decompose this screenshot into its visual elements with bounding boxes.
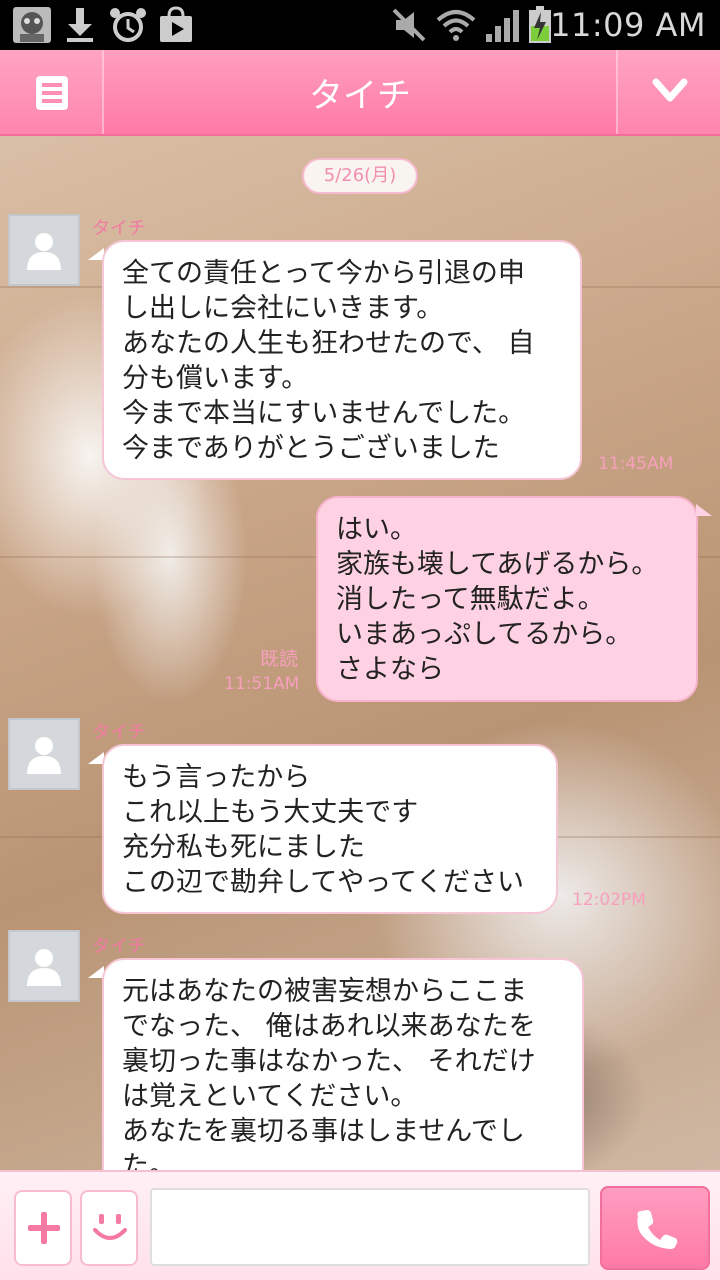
message-bubble-incoming[interactable]: もう言ったから これ以上もう大丈夫です 充分私も死にました この辺で勘弁してやっ… <box>102 744 558 914</box>
sender-name: タイチ <box>92 936 146 957</box>
plus-icon <box>28 1212 60 1244</box>
message-input[interactable] <box>150 1188 590 1266</box>
bubble-tail <box>696 504 712 516</box>
app-avatar-icon <box>13 7 51 43</box>
avatar[interactable] <box>8 718 80 790</box>
emoji-button[interactable] <box>80 1190 138 1266</box>
clock-time: 11:09 AM <box>550 6 706 44</box>
chevron-down-icon <box>652 78 688 102</box>
smiley-icon <box>93 1214 127 1240</box>
status-bar: 11:09 AM <box>0 0 720 50</box>
sender-name: タイチ <box>92 218 146 239</box>
chat-area[interactable]: 5/26(月) タイチ 全ての責任とって今から引退の申 し出しに会社にいきます。… <box>0 136 720 1170</box>
person-icon <box>27 233 61 270</box>
message-time: 11:51AM <box>224 674 300 694</box>
add-button[interactable] <box>14 1190 72 1266</box>
message-input-bar <box>0 1170 720 1280</box>
menu-icon <box>36 76 68 110</box>
alarm-icon <box>110 8 146 42</box>
phone-icon <box>637 1210 678 1249</box>
chat-title: タイチ <box>309 76 411 116</box>
person-icon <box>27 737 61 774</box>
dropdown-button[interactable] <box>616 50 720 134</box>
avatar[interactable] <box>8 214 80 286</box>
message-time: 11:45AM <box>598 454 674 474</box>
menu-button[interactable] <box>0 50 104 134</box>
message-bubble-incoming[interactable]: 全ての責任とって今から引退の申 し出しに会社にいきます。 あなたの人生も狂わせた… <box>102 240 582 480</box>
date-separator: 5/26(月) <box>302 158 418 194</box>
person-icon <box>27 949 61 986</box>
sender-name: タイチ <box>92 722 146 743</box>
message-time: 12:02PM <box>572 890 646 910</box>
message-bubble-outgoing[interactable]: はい。 家族も壊してあげるから。 消したって無駄だよ。 いまあっぷしてるから。 … <box>316 496 698 702</box>
signal-icon <box>486 10 519 42</box>
download-icon <box>67 8 93 42</box>
read-receipt: 既読 <box>260 648 299 670</box>
battery-charging-icon <box>529 6 551 43</box>
store-bag-icon <box>160 6 192 42</box>
avatar[interactable] <box>8 930 80 1002</box>
wifi-icon <box>436 10 476 41</box>
message-bubble-incoming[interactable]: 元はあなたの被害妄想からここま でなった、 俺はあれ以来あなたを 裏切った事はな… <box>102 958 584 1170</box>
mute-icon <box>392 8 426 42</box>
call-button[interactable] <box>600 1186 710 1270</box>
chat-header: タイチ <box>0 50 720 136</box>
